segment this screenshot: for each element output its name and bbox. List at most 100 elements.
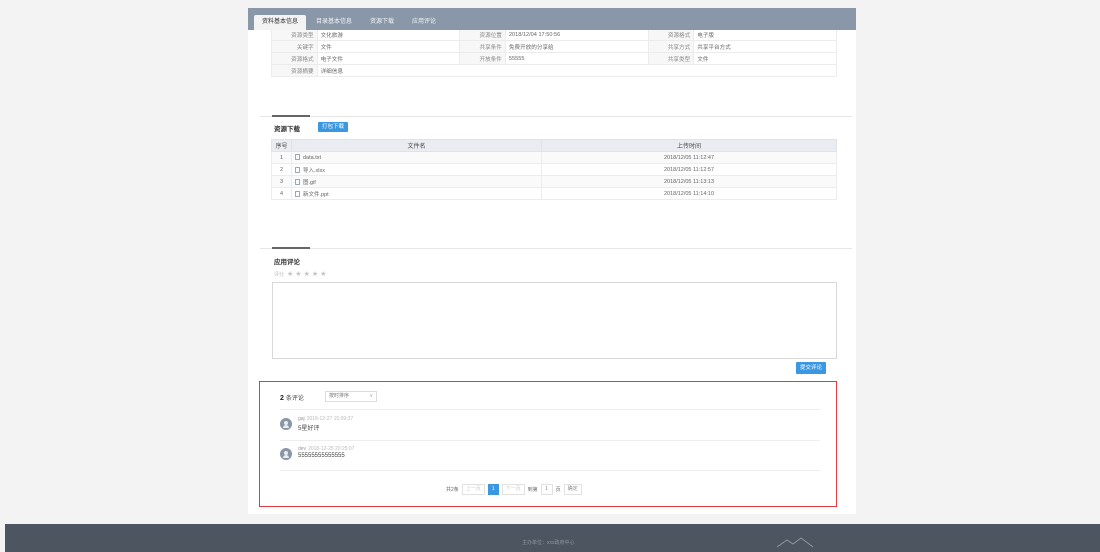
- info-label: 开放条件: [459, 52, 506, 65]
- download-section-title: 资源下载: [274, 126, 300, 133]
- pager-page-1[interactable]: 1: [487, 484, 499, 495]
- pager-goto-input[interactable]: 1: [540, 484, 553, 495]
- info-value: 共享平台方式: [693, 40, 837, 53]
- info-label: 资源格式: [647, 28, 695, 41]
- avatar: [280, 418, 292, 430]
- star-icons[interactable]: ★★★★★: [287, 271, 328, 278]
- info-value: 2018/12/04 17:50:56: [504, 28, 649, 41]
- sort-value: 按时排序: [329, 393, 350, 399]
- comment-meta: dev 2018-12-25 20:25:07: [298, 446, 355, 452]
- rating-label: 评分: [274, 272, 285, 278]
- comment-item: dev 2018-12-25 20:25:07 55555555555555: [280, 446, 820, 466]
- file-index: 1: [271, 151, 292, 164]
- file-upload-time: 2018/12/05 11:13:13: [541, 175, 837, 188]
- tab-download[interactable]: 资源下载: [362, 15, 402, 30]
- pager-page-unit: 页: [555, 487, 561, 493]
- chevron-down-icon: ∨: [369, 393, 373, 399]
- info-row: 资源摘要 详细信息: [271, 64, 838, 77]
- file-link[interactable]: 新文件.ppt: [291, 187, 542, 200]
- col-header-filename: 文件名: [291, 139, 542, 152]
- info-label: 资源类型: [271, 28, 318, 41]
- info-value: 文件: [316, 40, 461, 53]
- pager-goto-label: 到第: [527, 487, 538, 493]
- page-footer: 主办单位：xxx政府中心: [5, 524, 1100, 552]
- comment-meta: gaj 2018-12-27 15:09:37: [298, 416, 353, 422]
- comment-divider: [280, 470, 820, 471]
- table-row: 1 data.txt 2018/12/05 11:12:47: [271, 151, 837, 164]
- info-row: 资源格式 电子文件 开放条件 55555 共享类型 文件: [271, 52, 837, 65]
- file-upload-time: 2018/12/05 11:12:47: [541, 151, 837, 164]
- comment-textarea[interactable]: [272, 282, 837, 359]
- info-value: 文化旅游: [316, 28, 461, 41]
- info-row: 资源类型 文化旅游 资源位置 2018/12/04 17:50:56 资源格式 …: [271, 28, 837, 41]
- document-icon: [295, 190, 300, 197]
- file-link[interactable]: 图.gif: [291, 175, 542, 188]
- file-name: 新文件.ppt: [303, 191, 329, 198]
- file-upload-time: 2018/12/05 11:14:10: [541, 187, 837, 200]
- info-label: 资源位置: [459, 28, 506, 41]
- info-value: 电子版: [693, 28, 837, 41]
- comment-text: 55555555555555: [298, 453, 345, 459]
- avatar: [280, 448, 292, 460]
- file-name: 导入.xlsx: [303, 167, 326, 174]
- file-link[interactable]: 导入.xlsx: [291, 163, 542, 176]
- file-name: 图.gif: [303, 179, 316, 186]
- section-divider: [260, 248, 852, 249]
- info-value: 详细信息: [316, 64, 838, 77]
- pager-confirm-button[interactable]: 确定: [563, 484, 582, 495]
- table-row: 3 图.gif 2018/12/05 11:13:13: [271, 175, 837, 188]
- footer-logo-icon: [776, 537, 814, 548]
- info-value: 55555: [504, 52, 649, 65]
- section-divider: [260, 116, 852, 117]
- table-row: 2 导入.xlsx 2018/12/05 11:12:57: [271, 163, 837, 176]
- info-label: 共享类型: [647, 52, 695, 65]
- footer-text: 主办单位：xxx政府中心: [522, 540, 575, 546]
- col-header-index: 序号: [271, 139, 292, 152]
- submit-comment-button[interactable]: 提交评论: [796, 362, 827, 374]
- info-row: 关键字 文件 共享条件 免费开放的分享给 共享方式 共享平台方式: [271, 40, 837, 53]
- comment-count: 2 条评论: [280, 393, 304, 402]
- tab-comments[interactable]: 应用评论: [404, 15, 444, 30]
- pack-download-button[interactable]: 打包下载: [318, 122, 349, 132]
- top-tab-bar: 资料基本信息 目录基本信息 资源下载 应用评论: [248, 8, 856, 30]
- file-table: 序号 文件名 上传时间 1 data.txt 2018/12/05 11:12:…: [271, 139, 837, 200]
- comment-count-number: 2: [280, 395, 284, 402]
- tab-catalog-info[interactable]: 目录基本信息: [308, 15, 360, 30]
- comment-item: gaj 2018-12-27 15:09:37 5星好评: [280, 416, 820, 436]
- comment-time: 2018-12-27 15:09:37: [306, 416, 354, 422]
- file-index: 2: [271, 163, 292, 176]
- document-icon: [295, 154, 300, 160]
- file-index: 4: [271, 187, 292, 200]
- info-value: 文件: [693, 52, 837, 65]
- comment-user: dev: [298, 446, 307, 452]
- file-index: 3: [271, 175, 292, 188]
- section-underline: [272, 247, 310, 249]
- comment-divider: [280, 440, 820, 441]
- file-link[interactable]: data.txt: [291, 151, 542, 164]
- info-label: 资源格式: [271, 52, 318, 65]
- info-label: 共享方式: [647, 40, 695, 53]
- review-section-title: 应用评论: [274, 259, 300, 266]
- file-table-header: 序号 文件名 上传时间: [271, 139, 837, 152]
- info-label: 共享条件: [459, 40, 506, 53]
- resource-info-table: 资源类型 文化旅游 资源位置 2018/12/04 17:50:56 资源格式 …: [271, 28, 838, 77]
- pager-next-button[interactable]: 下一页: [501, 484, 525, 495]
- document-icon: [295, 166, 300, 173]
- file-upload-time: 2018/12/05 11:12:57: [541, 163, 837, 176]
- comment-text: 5星好评: [298, 426, 320, 432]
- info-label: 资源摘要: [271, 64, 318, 77]
- comment-divider: [280, 409, 820, 410]
- sort-dropdown[interactable]: 按时排序 ∨: [325, 391, 377, 402]
- pagination: 共2条 上一页 1 下一页 到第 1 页 确定: [446, 484, 582, 495]
- info-value: 免费开放的分享给: [504, 40, 649, 53]
- comment-count-label: 条评论: [285, 396, 304, 402]
- tab-basic-info[interactable]: 资料基本信息: [254, 15, 307, 30]
- pager-prev-button[interactable]: 上一页: [461, 484, 485, 495]
- rating-stars[interactable]: 评分 ★★★★★: [274, 270, 328, 278]
- col-header-time: 上传时间: [541, 139, 837, 152]
- table-row: 4 新文件.ppt 2018/12/05 11:14:10: [271, 187, 837, 200]
- section-underline: [272, 115, 310, 117]
- info-value: 电子文件: [316, 52, 461, 65]
- pager-total: 共2条: [446, 487, 459, 493]
- file-name: data.txt: [303, 155, 322, 161]
